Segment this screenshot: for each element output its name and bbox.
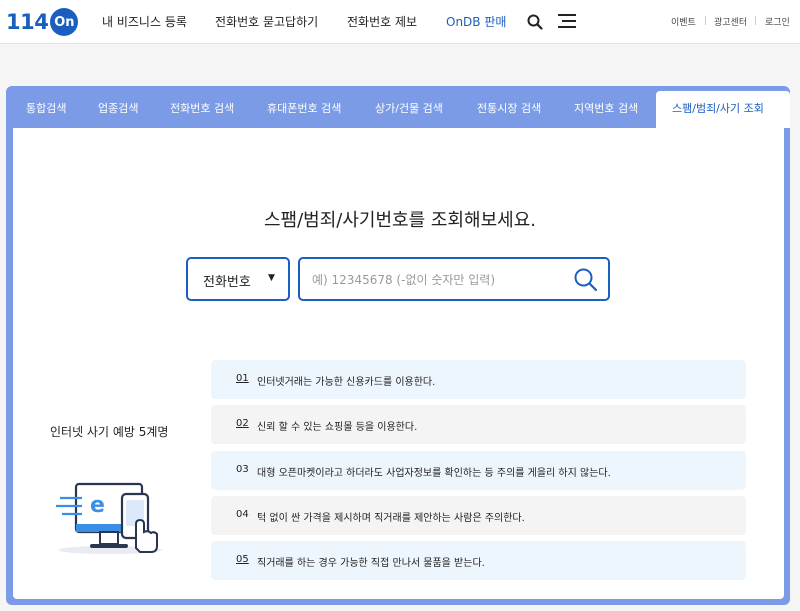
tab-industry-search[interactable]: 업종검색 [98, 100, 138, 116]
nav-item-business-register[interactable]: 내 비즈니스 등록 [102, 13, 187, 30]
tip-text: 턱 없이 싼 가격을 제시하며 직거래를 제안하는 사람은 주의한다. [257, 513, 525, 524]
tip-number: 01 [236, 373, 249, 384]
tip-number: 02 [236, 418, 249, 429]
site-header: 114 On 내 비즈니스 등록 전화번호 묻고답하기 전화번호 제보 OnDB… [0, 0, 800, 44]
util-link-ad-center[interactable]: 광고센터 [714, 15, 747, 28]
tip-text: 인터넷거래는 가능한 신용카드를 이용한다. [257, 377, 436, 388]
list-item: 03 대형 오픈마켓이라고 하더라도 사업자정보를 확인하는 등 주의를 게을리… [211, 451, 746, 490]
tip-text: 직거래를 하는 경우 가능한 직접 만나서 물품을 받는다. [257, 558, 485, 569]
online-shopping-illustration: e [52, 478, 172, 558]
logo[interactable]: 114 On [6, 8, 79, 36]
tip-text: 신뢰 할 수 있는 쇼핑몰 등을 이용한다. [257, 422, 418, 433]
tab-integrated-search[interactable]: 통합검색 [26, 100, 66, 116]
page-title: 스팸/범죄/사기번호를 조회해보세요. [264, 210, 536, 231]
list-item: 05 직거래를 하는 경우 가능한 직접 만나서 물품을 받는다. [211, 541, 746, 580]
search-box [298, 257, 610, 301]
tab-area-code-search[interactable]: 지역번호 검색 [574, 100, 638, 116]
search-tab-bar: 통합검색 업종검색 전화번호 검색 휴대폰번호 검색 상가/건물 검색 전통시장… [6, 86, 790, 128]
search-icon[interactable] [526, 13, 544, 31]
tab-spam-fraud-lookup[interactable]: 스팸/범죄/사기 조회 [672, 100, 764, 116]
search-button[interactable] [572, 266, 600, 294]
tab-store-building-search[interactable]: 상가/건물 검색 [375, 100, 443, 116]
nav-item-phone-qna[interactable]: 전화번호 묻고답하기 [215, 13, 318, 30]
menu-icon[interactable] [557, 13, 577, 29]
tip-number: 04 [236, 509, 249, 520]
tab-mobile-search[interactable]: 휴대폰번호 검색 [267, 100, 341, 116]
search-type-value: 전화번호 [203, 275, 251, 290]
logo-on-badge: On [50, 8, 79, 36]
fraud-prevention-title: 인터넷 사기 예방 5계명 [50, 425, 169, 439]
tip-number: 03 [236, 464, 249, 475]
logo-number: 114 [6, 10, 49, 34]
search-type-select[interactable]: 전화번호 ▼ [186, 257, 290, 301]
svg-text:e: e [90, 493, 105, 518]
util-divider [755, 16, 756, 25]
nav-item-phone-report[interactable]: 전화번호 제보 [347, 13, 417, 30]
caret-down-icon: ▼ [268, 273, 275, 283]
util-link-login[interactable]: 로그인 [765, 15, 790, 28]
util-link-event[interactable]: 이벤트 [671, 15, 696, 28]
phone-number-input[interactable] [312, 269, 562, 291]
nav-item-ondb-sale[interactable]: OnDB 판매 [446, 13, 506, 30]
tip-text: 대형 오픈마켓이라고 하더라도 사업자정보를 확인하는 등 주의를 게을리 하지… [257, 468, 611, 479]
list-item: 04 턱 없이 싼 가격을 제시하며 직거래를 제안하는 사람은 주의한다. [211, 496, 746, 535]
tab-traditional-market-search[interactable]: 전통시장 검색 [477, 100, 541, 116]
tip-number: 05 [236, 554, 249, 565]
tab-phone-search[interactable]: 전화번호 검색 [170, 100, 234, 116]
list-item: 02 신뢰 할 수 있는 쇼핑몰 등을 이용한다. [211, 405, 746, 444]
util-divider [705, 16, 706, 25]
search-icon [574, 268, 598, 292]
list-item: 01 인터넷거래는 가능한 신용카드를 이용한다. [211, 360, 746, 399]
